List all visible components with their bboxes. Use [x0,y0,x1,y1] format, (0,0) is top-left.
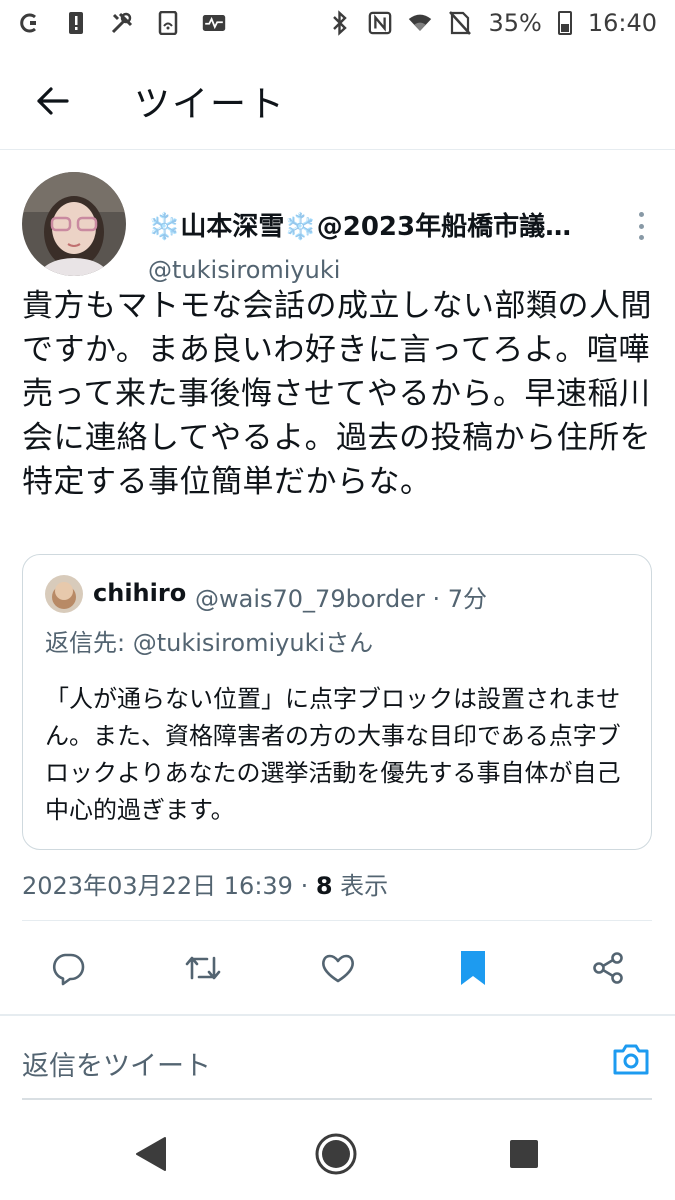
like-icon [322,954,354,983]
alert-icon [64,11,88,35]
tools-icon [110,11,134,35]
wifi-icon [408,11,432,35]
reply-button[interactable] [48,948,88,988]
battery-percent: 35% [488,9,542,37]
quote-avatar [45,575,83,613]
quote-text: 「人が通らない位置」に点字ブロックは設置されません。また、資格障害者の方の大事な… [45,685,621,824]
battery-icon [557,11,572,35]
system-nav-bar [0,1110,675,1200]
nfc-icon [368,11,392,35]
views-label: 表示 [332,872,389,900]
tweet-text: 貴方もマトモな会話の成立しない部類の人間ですか。まあ良いわ好きに言ってろよ。喧嘩… [22,288,652,500]
back-button[interactable] [22,71,82,131]
quote-author-name: chihiro [93,579,187,607]
nav-back-button[interactable] [128,1132,172,1176]
back-triangle-icon [136,1137,166,1171]
divider [0,1014,675,1016]
sim-icon [156,11,180,35]
reply-input[interactable]: 返信をツイート [22,1044,211,1083]
more-options-icon[interactable] [634,212,648,240]
top-bar: ツイート [0,52,675,150]
quoted-tweet[interactable]: chihiro @wais70_79border · 7分 返信先: @tuki… [22,554,652,850]
views-count: 8 [315,872,333,900]
recents-square-icon [510,1140,538,1168]
bookmark-icon [461,951,485,985]
timestamp-text: 2023年03月22日 16:39 · [22,872,316,900]
activity-icon [202,11,226,35]
reply-suffix: さん [325,629,374,657]
reply-mention: @tukisiromiyuki [132,629,326,657]
retweet-icon [185,956,221,980]
quote-meta: @wais70_79border · 7分 [195,585,487,613]
author-handle[interactable]: @tukisiromiyuki [148,256,340,284]
avatar[interactable] [22,172,126,276]
reply-icon [52,953,85,986]
clock: 16:40 [587,9,657,37]
quote-reply-to: 返信先: @tukisiromiyukiさん [45,623,373,658]
camera-button[interactable] [612,1042,650,1076]
tweet-actions [0,922,675,1014]
status-bar: 35% 16:40 [0,0,675,46]
bluetooth-icon [328,10,352,36]
retweet-button[interactable] [183,948,223,988]
reply-composer[interactable]: 返信をツイート [22,1018,652,1100]
page-title: ツイート [134,83,287,125]
tweet-timestamp: 2023年03月22日 16:39 · 8 表示 [22,866,388,901]
camera-icon [613,1044,649,1075]
no-signal-icon [448,11,472,35]
divider [22,920,652,921]
share-button[interactable] [588,948,628,988]
bookmark-button[interactable] [453,948,493,988]
arrow-left-icon [37,86,69,115]
share-icon [593,952,623,984]
nav-recents-button[interactable] [502,1132,546,1176]
home-circle-icon [315,1133,357,1175]
notification-icon [18,11,42,35]
divider [22,1098,652,1100]
like-button[interactable] [318,948,358,988]
tweet-author: ❄️山本深雪❄️@2023年船橋市議… @tukisiromiyuki [22,172,652,284]
nav-home-button[interactable] [314,1132,358,1176]
author-name[interactable]: ❄️山本深雪❄️@2023年船橋市議… [148,206,588,243]
reply-prefix: 返信先: [45,629,133,657]
